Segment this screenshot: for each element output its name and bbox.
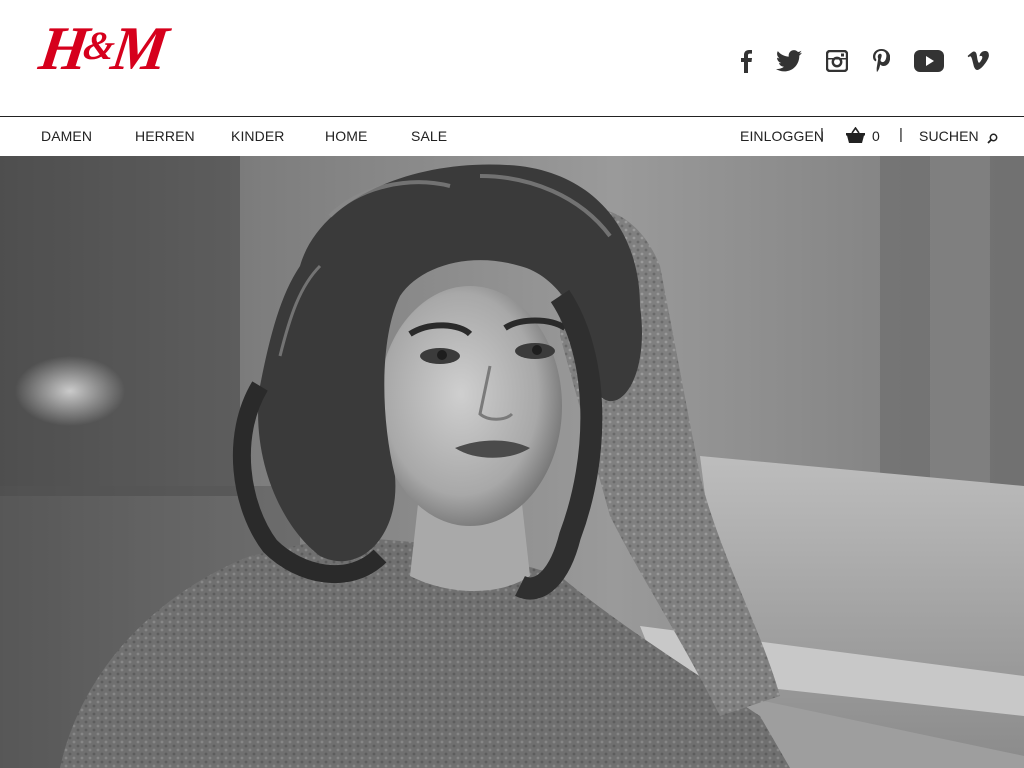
hero-image[interactable]	[0, 156, 1024, 768]
login-link[interactable]: EINLOGGEN	[740, 128, 824, 144]
twitter-icon[interactable]	[774, 46, 804, 76]
nav-item-herren[interactable]: HERREN	[135, 128, 195, 144]
search-link[interactable]: SUCHEN	[919, 128, 998, 144]
hero-photo	[0, 156, 1024, 768]
search-label: SUCHEN	[919, 128, 979, 144]
social-icons	[0, 46, 1024, 78]
cart-button[interactable]: 0	[846, 126, 880, 144]
nav-item-damen[interactable]: DAMEN	[41, 128, 92, 144]
facebook-icon[interactable]	[731, 46, 761, 76]
basket-icon	[846, 126, 865, 144]
nav-separator: |	[899, 126, 903, 143]
pinterest-icon[interactable]	[866, 46, 896, 76]
nav-item-sale[interactable]: SALE	[411, 128, 447, 144]
instagram-icon[interactable]	[822, 46, 852, 76]
nav-separator: |	[820, 126, 824, 143]
vimeo-icon[interactable]	[963, 46, 993, 76]
main-nav: DAMEN HERREN KINDER HOME SALE EINLOGGEN …	[0, 117, 1024, 155]
nav-item-home[interactable]: HOME	[325, 128, 367, 144]
nav-item-kinder[interactable]: KINDER	[231, 128, 285, 144]
cart-count: 0	[872, 128, 880, 144]
search-icon	[987, 131, 998, 144]
youtube-icon[interactable]	[912, 46, 946, 76]
site-header: H&M	[0, 0, 1024, 117]
